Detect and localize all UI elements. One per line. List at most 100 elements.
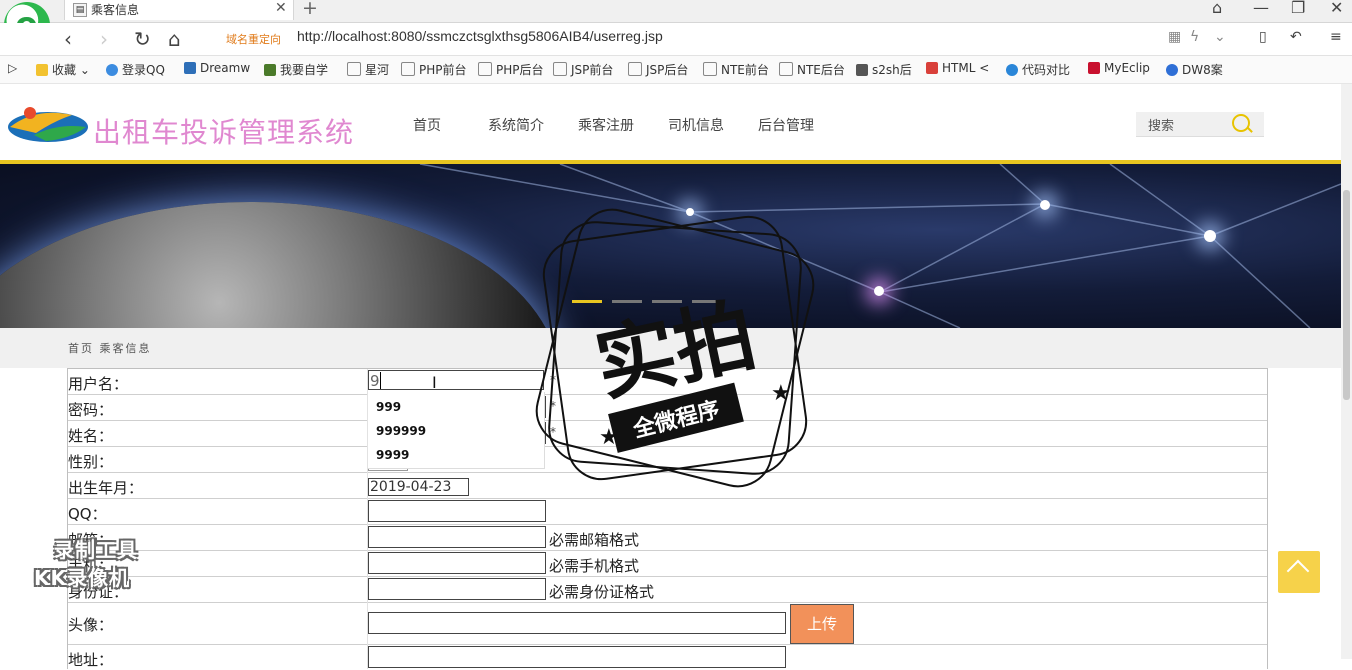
recorder-watermark: 录制工具: [54, 538, 138, 562]
minimize-icon[interactable]: —: [1253, 0, 1269, 17]
page-icon: [779, 62, 793, 76]
watermark-stamp: 实拍 全微程序 ★ ★: [535, 208, 815, 488]
bookmark-item[interactable]: DW8案: [1166, 61, 1223, 78]
bookmark-item[interactable]: 我要自学: [264, 61, 328, 78]
forward-icon[interactable]: ›: [100, 27, 108, 51]
bookmark-item[interactable]: PHP前台: [401, 61, 467, 78]
star-graphic: [874, 286, 884, 296]
qq-label: QQ：: [68, 505, 107, 523]
browser-tab-bar: ▤ 乘客信息 ✕ + ⌂ — ❐ ✕: [0, 0, 1352, 23]
tab-title: 乘客信息: [91, 3, 140, 17]
row-divider: [68, 602, 1267, 603]
image-icon: [856, 64, 868, 76]
avatar-label: 头像：: [68, 616, 114, 634]
idcard-hint: 必需身份证格式: [549, 583, 655, 601]
address-label: 地址：: [68, 651, 114, 669]
text-caret: [379, 372, 381, 389]
site-title: 出租车投诉管理系统: [93, 116, 355, 149]
star-icon: ★: [771, 381, 791, 406]
bookmark-item[interactable]: s2sh后: [856, 61, 912, 78]
gender-label: 性别：: [68, 453, 114, 471]
star-icon: ★: [599, 425, 619, 450]
new-tab-icon[interactable]: +: [302, 0, 318, 19]
bookmark-item[interactable]: JSP后台: [628, 61, 688, 78]
reading-icon[interactable]: ▯: [1259, 29, 1267, 45]
row-divider: [68, 550, 1267, 551]
address-field[interactable]: [368, 646, 786, 668]
close-tab-icon[interactable]: ✕: [275, 0, 287, 16]
site-icon: [264, 64, 276, 76]
home-icon[interactable]: ⌂: [168, 27, 181, 51]
site-logo: [8, 107, 88, 142]
grid-icon[interactable]: ▦: [1168, 29, 1181, 45]
html-icon: [926, 62, 938, 74]
bookmark-item[interactable]: PHP后台: [478, 61, 544, 78]
recorder-watermark: KK录像机: [34, 566, 130, 590]
address-bar: ‹ › ↻ ⌂ 域名重定向 http://localhost:8080/ssmc…: [0, 23, 1352, 56]
bookmark-item[interactable]: NTE前台: [703, 61, 769, 78]
search-icon[interactable]: [1232, 114, 1250, 132]
bookmarks-bar: ▷ 收藏 ⌄ 登录QQ Dreamw 我要自学 星河 PHP前台 PHP后台 J…: [0, 56, 1352, 84]
page-icon: [703, 62, 717, 76]
menu-icon[interactable]: ≡: [1330, 29, 1342, 45]
autocomplete-option[interactable]: 999999: [376, 424, 426, 438]
refresh-icon[interactable]: ↻: [134, 27, 151, 51]
birthday-label: 出生年月：: [68, 479, 144, 497]
nav-drivers[interactable]: 司机信息: [668, 115, 724, 135]
star-graphic: [1040, 200, 1050, 210]
close-window-icon[interactable]: ✕: [1330, 0, 1343, 17]
bookmark-item[interactable]: 代码对比: [1006, 61, 1070, 78]
row-divider: [68, 644, 1267, 645]
restore-icon[interactable]: ❐: [1291, 0, 1305, 17]
chevron-down-icon[interactable]: ⌄: [1214, 29, 1226, 45]
birthday-field[interactable]: 2019-04-23: [368, 478, 469, 496]
row-divider: [68, 576, 1267, 577]
lightning-icon[interactable]: ϟ: [1190, 29, 1199, 45]
stamp-main-text: 实拍: [588, 288, 764, 412]
phone-field[interactable]: [368, 552, 546, 574]
scrollbar-thumb[interactable]: [1343, 190, 1350, 400]
sidebar-toggle-icon[interactable]: ▷: [8, 61, 17, 75]
bookmark-item[interactable]: NTE后台: [779, 61, 845, 78]
password-label: 密码：: [68, 401, 114, 419]
diff-icon: [1006, 64, 1018, 76]
url-field[interactable]: http://localhost:8080/ssmczctsglxthsg580…: [297, 28, 663, 44]
email-field[interactable]: [368, 526, 546, 548]
chevron-up-icon: [1286, 559, 1310, 583]
redirect-label: 域名重定向: [226, 33, 281, 46]
star-icon: [36, 64, 48, 76]
breadcrumb: 首页 乘客信息: [68, 342, 152, 355]
bookmark-item[interactable]: 收藏 ⌄: [36, 61, 90, 78]
qq-icon: [106, 64, 118, 76]
autocomplete-option[interactable]: 9999: [376, 448, 409, 462]
nav-register[interactable]: 乘客注册: [578, 115, 634, 135]
autocomplete-option[interactable]: 999: [376, 400, 401, 414]
upload-button[interactable]: 上传: [790, 604, 854, 644]
page-icon: [347, 62, 361, 76]
search-input[interactable]: 搜索: [1136, 112, 1264, 137]
bookmark-item[interactable]: JSP前台: [553, 61, 613, 78]
bookmark-item[interactable]: MyEclip: [1088, 61, 1150, 75]
back-icon[interactable]: ‹: [64, 27, 72, 51]
myeclipse-icon: [1088, 62, 1100, 74]
nav-admin[interactable]: 后台管理: [758, 115, 814, 135]
nav-home[interactable]: 首页: [413, 115, 441, 135]
row-divider: [68, 524, 1267, 525]
page-icon: [628, 62, 642, 76]
bookmark-item[interactable]: 登录QQ: [106, 61, 165, 78]
email-hint: 必需邮箱格式: [549, 531, 640, 549]
nav-intro[interactable]: 系统简介: [488, 115, 544, 135]
search-placeholder: 搜索: [1148, 119, 1175, 134]
bookmark-item[interactable]: HTML <: [926, 61, 989, 75]
browser-tab[interactable]: ▤ 乘客信息 ✕: [64, 0, 294, 20]
undo-icon[interactable]: ↶: [1290, 29, 1302, 45]
bookmark-item[interactable]: 星河: [347, 61, 389, 78]
phone-hint: 必需手机格式: [549, 557, 640, 575]
pin-icon[interactable]: ⌂: [1212, 0, 1222, 17]
name-label: 姓名：: [68, 427, 114, 445]
text-cursor-icon: I: [432, 373, 437, 392]
idcard-field[interactable]: [368, 578, 546, 600]
bookmark-item[interactable]: Dreamw: [184, 61, 250, 75]
avatar-path-field[interactable]: [368, 612, 786, 634]
back-to-top-button[interactable]: [1278, 551, 1320, 593]
